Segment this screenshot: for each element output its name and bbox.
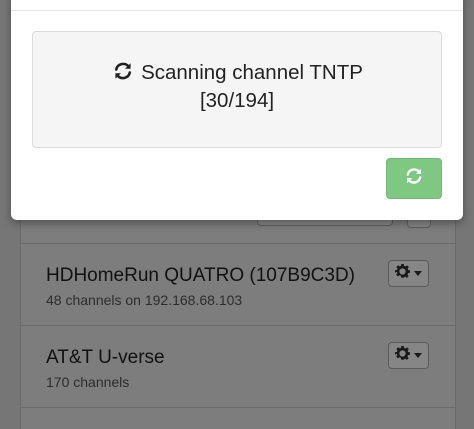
device-name: AT&T U-verse — [46, 347, 165, 368]
device-name: HDHomeRun QUATRO (107B9C3D) — [46, 265, 356, 286]
gear-icon — [395, 263, 410, 284]
refresh-icon — [403, 165, 425, 192]
device-settings-button[interactable] — [388, 342, 429, 369]
chevron-down-icon — [414, 271, 422, 276]
device-channel-count: 48 channels on 192.168.68.103 — [46, 292, 243, 308]
refresh-icon — [111, 61, 141, 84]
scan-status: Scanning channel TNTP [30/194] — [33, 59, 441, 115]
device-channel-count: 170 channels — [46, 374, 130, 390]
device-row-uverse[interactable]: AT&T U-verse 170 channels — [21, 326, 455, 408]
scan-status-line2: [30/194] — [199, 89, 275, 112]
rescan-button[interactable] — [386, 158, 442, 199]
device-settings-button[interactable] — [388, 260, 429, 287]
modal-divider — [11, 10, 463, 11]
scan-status-line1: Scanning channel TNTP — [141, 61, 363, 84]
chevron-down-icon — [414, 353, 422, 358]
gear-icon — [395, 345, 410, 366]
scan-status-box: Scanning channel TNTP [30/194] — [32, 31, 442, 148]
scan-modal: Scanning channel TNTP [30/194] — [11, 0, 463, 220]
device-row-quatro[interactable]: HDHomeRun QUATRO (107B9C3D) 48 channels … — [21, 244, 455, 326]
